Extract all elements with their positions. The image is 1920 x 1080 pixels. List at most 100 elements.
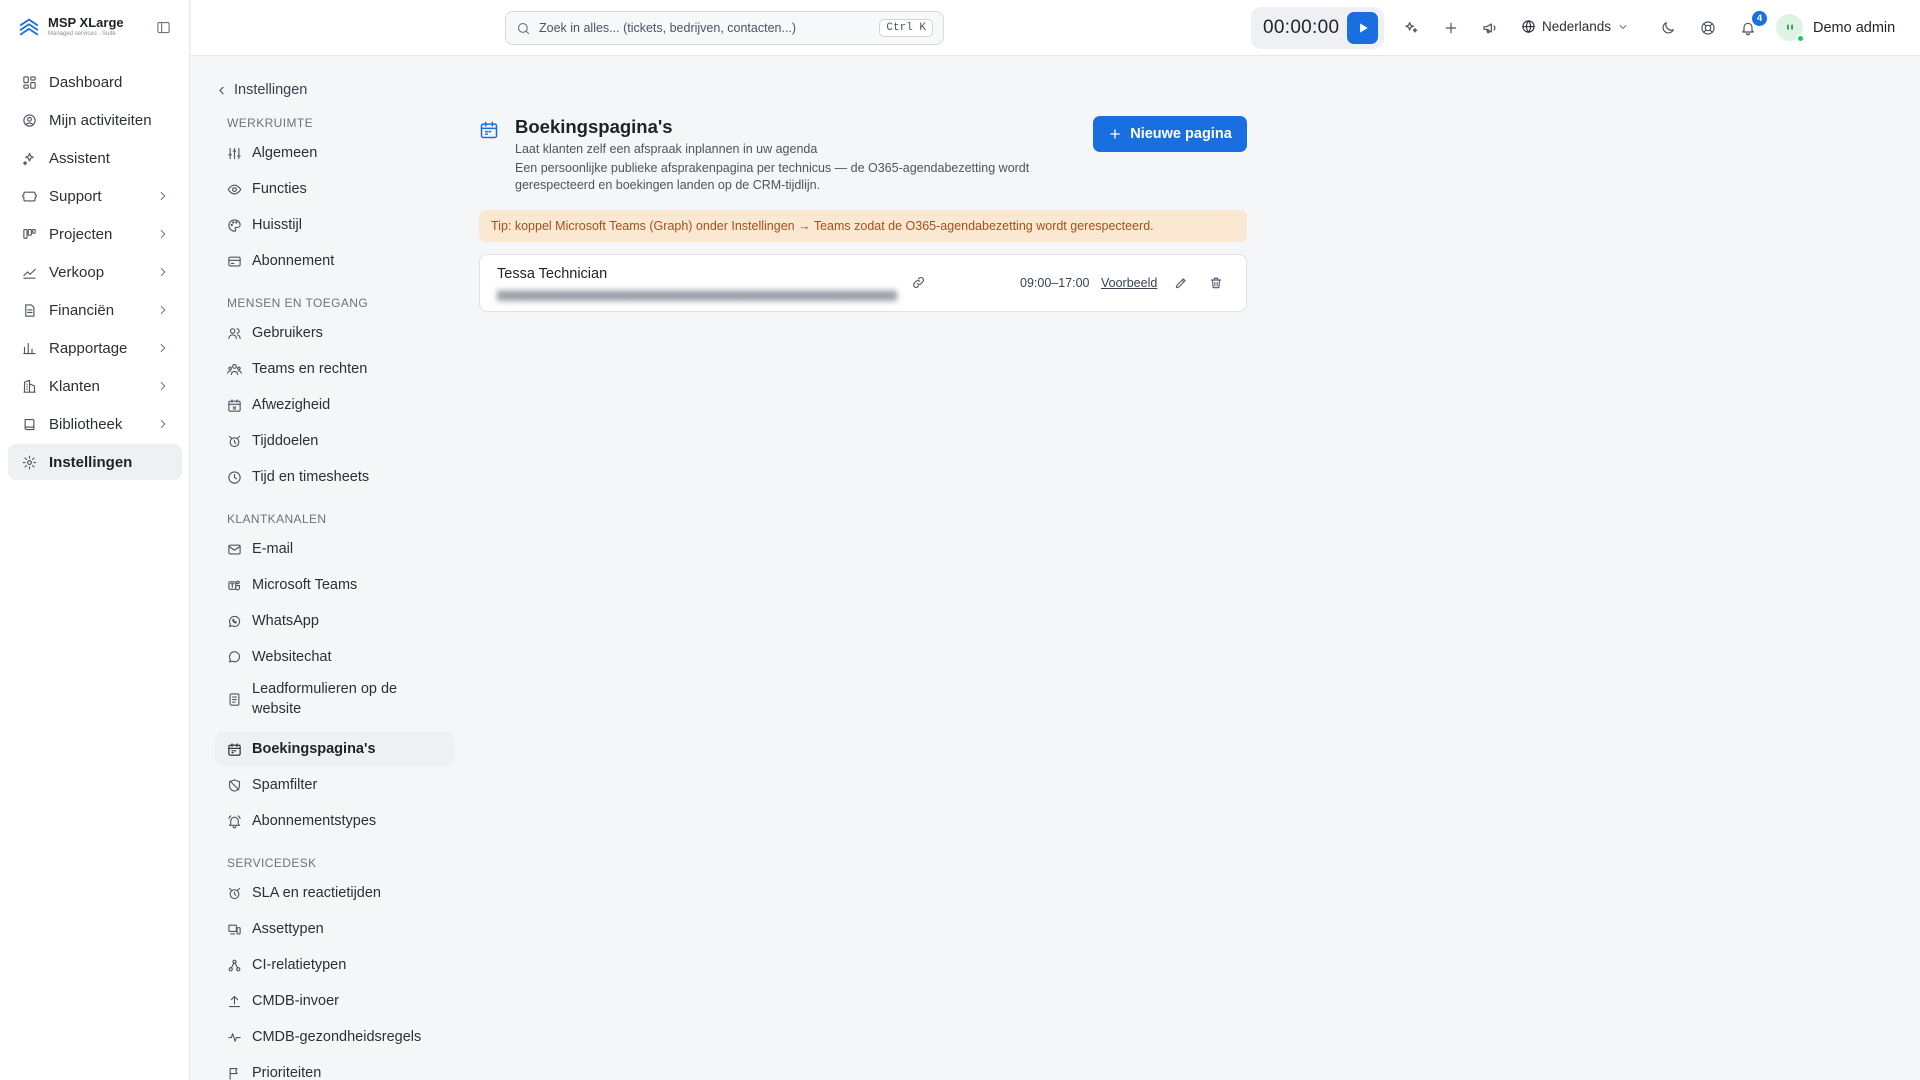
settings-item-e-mail[interactable]: E-mail xyxy=(215,532,455,566)
sparkles-icon xyxy=(1405,22,1418,33)
settings-item-algemeen[interactable]: Algemeen xyxy=(215,136,455,170)
settings-item-spamfilter[interactable]: Spamfilter xyxy=(215,768,455,802)
section-title-klantkanalen: KLANTKANALEN xyxy=(227,512,327,526)
nav-item-bibliotheek[interactable]: Bibliotheek xyxy=(8,406,182,442)
edit-button[interactable] xyxy=(1174,276,1188,290)
settings-item-label: Tijd en timesheets xyxy=(252,469,370,485)
settings-item-abonnementstypes[interactable]: Abonnementstypes xyxy=(215,804,455,838)
timer-start-button[interactable] xyxy=(1347,12,1378,44)
settings-item-websitechat[interactable]: Websitechat xyxy=(215,640,455,674)
nav-item-label: Rapportage xyxy=(49,339,128,357)
eye-icon xyxy=(227,184,242,194)
settings-item-cmdb-invoer[interactable]: CMDB-invoer xyxy=(215,984,455,1018)
logo-icon xyxy=(19,18,39,36)
pulse-icon xyxy=(228,1032,241,1042)
plus-icon xyxy=(1445,22,1457,34)
settings-item-boekingspaginas[interactable]: Boekingspagina's xyxy=(215,732,455,766)
nav-item-rapportage[interactable]: Rapportage xyxy=(8,330,182,366)
chevron-left-icon xyxy=(219,86,224,94)
settings-item-label: Leadformulieren op de website xyxy=(252,681,398,717)
settings-item-abonnement[interactable]: Abonnement xyxy=(215,244,455,278)
nav-item-klanten[interactable]: Klanten xyxy=(8,368,182,404)
settings-item-sla-en-reactietijden[interactable]: SLA en reactietijden xyxy=(215,876,455,910)
settings-item-cmdb-gezondheidsregels[interactable]: CMDB-gezondheidsregels xyxy=(215,1020,455,1054)
settings-item-afwezigheid[interactable]: Afwezigheid xyxy=(215,388,455,422)
settings-item-ci-relatietypen[interactable]: CI-relatietypen xyxy=(215,948,455,982)
chat-icon xyxy=(228,650,240,662)
moon-icon xyxy=(1662,22,1674,34)
settings-item-assettypen[interactable]: Assettypen xyxy=(215,912,455,946)
announcements-button[interactable] xyxy=(1482,20,1498,36)
settings-item-label: Prioriteiten xyxy=(252,1065,322,1080)
topbar: Ctrl K 00:00:00 Nederlands 4 Demo admin xyxy=(191,0,1920,56)
new-page-button-label: Nieuwe pagina xyxy=(1130,126,1232,142)
alarm-icon xyxy=(228,435,241,447)
settings-item-label: Abonnement xyxy=(252,253,335,269)
nav-item-mijn-activiteiten[interactable]: Mijn activiteiten xyxy=(8,102,182,138)
online-status-dot xyxy=(1796,34,1805,43)
copy-link-button[interactable] xyxy=(911,275,926,290)
search-input[interactable] xyxy=(539,21,872,35)
settings-item-whatsapp[interactable]: WhatsApp xyxy=(215,604,455,638)
settings-item-teams-en-rechten[interactable]: Teams en rechten xyxy=(215,352,455,386)
section-title-servicedesk: SERVICEDESK xyxy=(227,856,317,870)
preview-link[interactable]: Voorbeeld xyxy=(1101,276,1157,290)
alarm-icon xyxy=(228,887,241,899)
settings-item-tijddoelen[interactable]: Tijddoelen xyxy=(215,424,455,458)
nav-item-support[interactable]: Support xyxy=(8,178,182,214)
nav-item-label: Bibliotheek xyxy=(49,415,123,433)
form-icon xyxy=(229,692,240,706)
nav-item-label: Verkoop xyxy=(49,263,105,281)
nav-item-projecten[interactable]: Projecten xyxy=(8,216,182,252)
global-search[interactable]: Ctrl K xyxy=(505,11,944,45)
search-shortcut: Ctrl K xyxy=(879,19,933,37)
help-button[interactable] xyxy=(1700,20,1716,36)
chevron-right-icon xyxy=(160,191,166,201)
settings-item-microsoft-teams[interactable]: Microsoft Teams xyxy=(215,568,455,602)
language-label: Nederlands xyxy=(1542,19,1612,34)
user-menu[interactable]: Demo admin xyxy=(1776,14,1895,43)
credit-card-icon xyxy=(228,256,241,266)
app-sidebar: MSP XLarge Managed services · Suite Dash… xyxy=(0,0,190,1080)
nav-item-dashboard[interactable]: Dashboard xyxy=(8,64,182,100)
new-page-button[interactable]: Nieuwe pagina xyxy=(1093,116,1247,152)
page-subtitle: Laat klanten zelf een afspraak inplannen… xyxy=(515,142,818,156)
trash-icon xyxy=(1210,277,1222,289)
delete-button[interactable] xyxy=(1209,276,1223,290)
nav-item-instellingen[interactable]: Instellingen xyxy=(8,444,182,480)
settings-item-gebruikers[interactable]: Gebruikers xyxy=(215,316,455,350)
back-to-settings-link[interactable]: Instellingen xyxy=(215,82,307,98)
bell-ring-icon xyxy=(228,814,241,828)
settings-item-label: E-mail xyxy=(252,541,294,557)
theme-toggle-button[interactable] xyxy=(1660,20,1676,36)
quick-create-button[interactable] xyxy=(1443,20,1459,36)
ai-assistant-button[interactable] xyxy=(1403,20,1419,36)
sliders-icon xyxy=(228,147,241,159)
avatar xyxy=(1776,14,1805,43)
plus-icon xyxy=(1110,129,1120,139)
settings-item-label: Assettypen xyxy=(252,921,324,937)
calendar-icon xyxy=(480,121,498,139)
language-selector[interactable]: Nederlands xyxy=(1521,19,1629,34)
sidebar-toggle-button[interactable] xyxy=(156,20,171,35)
nav-item-verkoop[interactable]: Verkoop xyxy=(8,254,182,290)
nav-item-financien[interactable]: Financiën xyxy=(8,292,182,328)
chevron-down-icon xyxy=(1619,24,1627,29)
settings-item-label: WhatsApp xyxy=(252,613,319,629)
settings-item-functies[interactable]: Functies xyxy=(215,172,455,206)
booking-page-name: Tessa Technician xyxy=(497,266,608,282)
globe-icon xyxy=(1522,20,1535,33)
page-icon-wrapper xyxy=(479,120,499,140)
palette-icon xyxy=(228,218,241,232)
settings-item-tijd-en-timesheets[interactable]: Tijd en timesheets xyxy=(215,460,455,494)
settings-item-huisstijl[interactable]: Huisstijl xyxy=(215,208,455,242)
brand[interactable]: MSP XLarge Managed services · Suite xyxy=(18,16,124,38)
nav-item-assistent[interactable]: Assistent xyxy=(8,140,182,176)
gear-icon xyxy=(22,455,37,469)
settings-item-leadformulieren[interactable]: Leadformulieren op de website xyxy=(215,676,455,722)
chevron-right-icon xyxy=(160,381,166,391)
kanban-icon xyxy=(23,228,36,239)
settings-item-prioriteiten[interactable]: Prioriteiten xyxy=(215,1056,455,1080)
settings-item-label: Tijddoelen xyxy=(252,433,319,449)
nav-item-label: Instellingen xyxy=(49,453,133,471)
